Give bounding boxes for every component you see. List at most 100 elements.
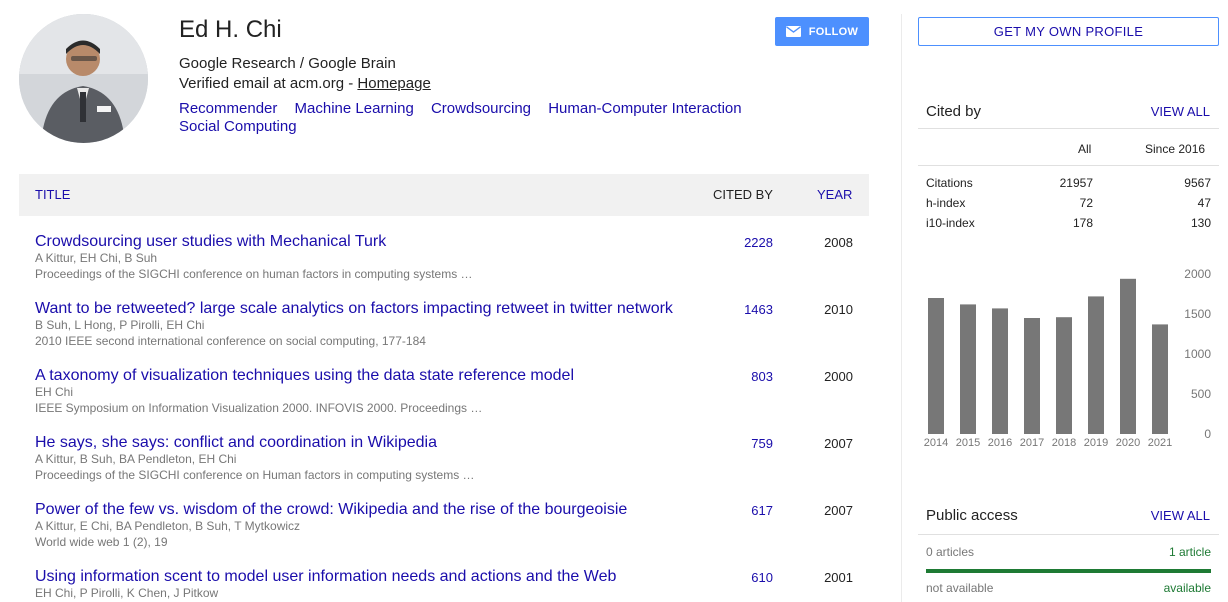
y-tick-label: 1500 [1184,307,1211,321]
bar-2015[interactable] [960,304,976,434]
stat-since: 130 [1190,216,1211,230]
bar-2019[interactable] [1088,296,1104,434]
article-year: 2001 [824,570,853,585]
table-row: Power of the few vs. wisdom of the crowd… [19,501,869,561]
profile-affiliation: Google Research / Google Brain [179,55,396,72]
bar-2020[interactable] [1120,278,1136,434]
article-venue: Proceedings of the SIGCHI conference on … [35,267,473,281]
interest-link[interactable]: Crowdsourcing [431,100,531,117]
article-title[interactable]: Want to be retweeted? large scale analyt… [35,300,673,318]
article-venue: 2010 IEEE second international conferenc… [35,334,426,348]
x-tick-label: 2015 [956,437,980,449]
not-available-label: not available [926,581,994,595]
available-count[interactable]: 1 article [1169,545,1211,559]
homepage-link[interactable]: Homepage [357,75,430,92]
public-access-view-all[interactable]: VIEW ALL [1130,508,1210,523]
not-available-count[interactable]: 0 articles [926,545,974,559]
y-tick-label: 1000 [1184,347,1211,361]
stat-since: 47 [1197,196,1211,210]
y-tick-label: 2000 [1184,267,1211,281]
cited-by-count[interactable]: 610 [751,570,773,585]
available-label: available [1163,581,1211,595]
y-tick-label: 500 [1191,387,1211,401]
article-year: 2000 [824,369,853,384]
article-title[interactable]: Crowdsourcing user studies with Mechanic… [35,233,386,251]
cited-by-heading: Cited by [926,103,982,120]
article-year: 2008 [824,235,853,250]
profile-email: Verified email at acm.org - Homepage [179,75,431,92]
cited-by-count[interactable]: 1463 [744,302,773,317]
cited-by-count[interactable]: 759 [751,436,773,451]
stat-all: 178 [1072,216,1093,230]
article-venue: IEEE Symposium on Information Visualizat… [35,401,483,415]
sort-by-year[interactable]: YEAR [817,187,852,202]
bar-2021[interactable] [1152,324,1168,434]
follow-label: FOLLOW [808,25,859,38]
stat-label: i10-index [926,216,975,230]
profile-photo [19,14,148,143]
public-access-bar [926,569,1211,573]
x-tick-label: 2020 [1116,437,1140,449]
interest-link[interactable]: Recommender [179,100,277,117]
article-authors: EH Chi, P Pirolli, K Chen, J Pitkow [35,586,219,600]
stats-row-citations: Citations 21957 9567 [926,176,1211,192]
cited-by-view-all[interactable]: VIEW ALL [1130,104,1210,119]
table-header: TITLE CITED BY YEAR [19,174,869,216]
table-row: He says, she says: conflict and coordina… [19,434,869,494]
article-title[interactable]: Power of the few vs. wisdom of the crowd… [35,501,627,519]
y-tick-label: 0 [1204,427,1211,441]
article-authors: A Kittur, E Chi, BA Pendleton, B Suh, T … [35,519,301,533]
table-row: Want to be retweeted? large scale analyt… [19,300,869,360]
article-year: 2007 [824,436,853,451]
article-authors: EH Chi [35,385,74,399]
stat-label: Citations [926,176,973,190]
bar-2014[interactable] [928,298,944,434]
article-year: 2010 [824,302,853,317]
article-authors: B Suh, L Hong, P Pirolli, EH Chi [35,318,205,332]
bar-2018[interactable] [1056,317,1072,434]
divider-line [918,128,1219,129]
public-access-heading: Public access [926,507,1018,524]
x-tick-label: 2014 [924,437,948,449]
x-tick-label: 2021 [1148,437,1172,449]
cited-by-count[interactable]: 803 [751,369,773,384]
col-all-header: All [1078,142,1092,156]
article-authors: A Kittur, B Suh, BA Pendleton, EH Chi [35,452,237,466]
stats-row-i10-index: i10-index 178 130 [926,216,1211,232]
cited-by-header: CITED BY [713,187,773,202]
table-row: Using information scent to model user in… [19,568,869,602]
mail-icon [785,26,801,37]
article-title[interactable]: Using information scent to model user in… [35,568,616,586]
sort-by-title[interactable]: TITLE [35,187,70,202]
get-my-own-profile-button[interactable]: GET MY OWN PROFILE [918,17,1219,46]
bar-2016[interactable] [992,308,1008,434]
cited-by-count[interactable]: 617 [751,503,773,518]
article-venue: Proceedings of the SIGCHI conference on … [35,468,475,482]
x-tick-label: 2017 [1020,437,1044,449]
x-tick-label: 2016 [988,437,1012,449]
profile-name: Ed H. Chi [179,16,282,43]
stat-all: 21957 [1059,176,1093,190]
stat-label: h-index [926,196,966,210]
column-divider [901,14,902,602]
interest-link[interactable]: Social Computing [179,118,297,135]
article-authors: A Kittur, EH Chi, B Suh [35,251,158,265]
x-tick-label: 2018 [1052,437,1076,449]
article-title[interactable]: A taxonomy of visualization techniques u… [35,367,574,385]
email-text: Verified email at acm.org - [179,75,358,92]
article-title[interactable]: He says, she says: conflict and coordina… [35,434,437,452]
cited-by-count[interactable]: 2228 [744,235,773,250]
interest-link[interactable]: Human-Computer Interaction [548,100,741,117]
stats-row-h-index: h-index 72 47 [926,196,1211,212]
follow-button[interactable]: FOLLOW [775,17,869,46]
table-row: A taxonomy of visualization techniques u… [19,367,869,427]
article-year: 2007 [824,503,853,518]
interest-link[interactable]: Machine Learning [295,100,414,117]
col-since-header: Since 2016 [1145,142,1206,156]
bar-2017[interactable] [1024,318,1040,434]
x-tick-label: 2019 [1084,437,1108,449]
stat-all: 72 [1079,196,1093,210]
research-interests: Recommender Machine Learning Crowdsourci… [179,100,779,136]
table-row: Crowdsourcing user studies with Mechanic… [19,233,869,293]
citations-per-year-chart: 2014 2015 2016 2017 2018 2019 2020 2021 2000 1500… [924,267,1212,449]
